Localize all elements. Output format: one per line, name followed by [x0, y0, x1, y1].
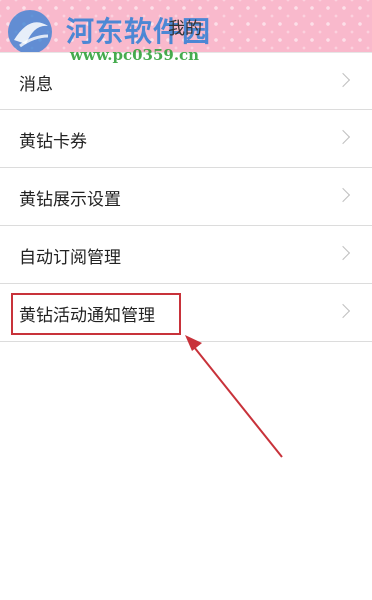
menu-item-vip-coupons[interactable]: 黄钻卡券 [0, 110, 372, 168]
watermark-logo-icon [8, 10, 52, 52]
chevron-right-icon [335, 245, 351, 261]
menu-item-auto-subscription[interactable]: 自动订阅管理 [0, 226, 372, 284]
top-bar: 河东软件园 我的 [0, 0, 372, 52]
menu-item-label: 自动订阅管理 [19, 248, 121, 268]
chevron-right-icon [335, 129, 351, 145]
chevron-right-icon [335, 187, 351, 203]
page-title: 我的 [168, 19, 202, 39]
annotation-highlight-box [11, 293, 181, 335]
watermark-url: www.pc0359.cn [70, 46, 200, 64]
chevron-right-icon [335, 72, 351, 88]
menu-item-vip-display-settings[interactable]: 黄钻展示设置 [0, 168, 372, 226]
menu-item-label: 消息 [19, 75, 53, 95]
menu-item-label: 黄钻卡券 [19, 132, 87, 152]
chevron-right-icon [335, 303, 351, 319]
menu-item-label: 黄钻展示设置 [19, 190, 121, 210]
